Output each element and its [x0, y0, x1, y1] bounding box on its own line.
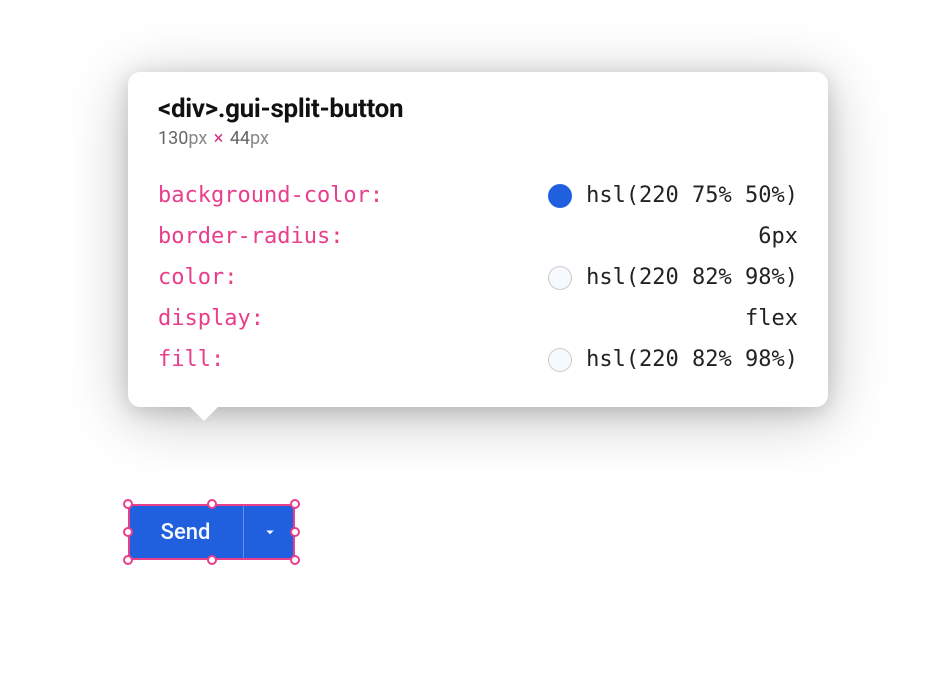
split-button-container: Send	[128, 504, 295, 560]
element-selector: <div>.gui-split-button	[158, 94, 798, 124]
property-row: display flex	[158, 299, 798, 339]
property-value: hsl(220 82% 98%)	[548, 266, 798, 290]
property-value-text: hsl(220 82% 98%)	[586, 267, 798, 289]
property-row: fill hsl(220 82% 98%)	[158, 339, 798, 381]
inspector-tooltip: <div>.gui-split-button 130px × 44px back…	[128, 72, 828, 407]
gui-split-button: Send	[128, 504, 295, 560]
property-value-text: flex	[745, 308, 798, 330]
property-row: color hsl(220 82% 98%)	[158, 257, 798, 299]
color-swatch	[548, 348, 572, 372]
color-swatch	[548, 266, 572, 290]
property-value: 6px	[758, 226, 798, 248]
properties-list: background-color hsl(220 75% 50%) border-r…	[158, 175, 798, 381]
property-name: fill	[158, 349, 224, 371]
property-value: flex	[745, 308, 798, 330]
property-name: background-color	[158, 185, 383, 207]
color-swatch	[548, 184, 572, 208]
chevron-down-icon	[261, 523, 279, 541]
property-row: background-color hsl(220 75% 50%)	[158, 175, 798, 217]
property-value-text: 6px	[758, 226, 798, 248]
property-name: color	[158, 267, 237, 289]
element-dimensions: 130px × 44px	[158, 128, 798, 149]
send-button[interactable]: Send	[128, 504, 243, 560]
property-value: hsl(220 75% 50%)	[548, 184, 798, 208]
property-value-text: hsl(220 82% 98%)	[586, 349, 798, 371]
property-row: border-radius 6px	[158, 217, 798, 257]
property-value: hsl(220 82% 98%)	[548, 348, 798, 372]
dropdown-toggle-button[interactable]	[243, 504, 295, 560]
property-name: display	[158, 308, 264, 330]
send-button-label: Send	[161, 520, 211, 545]
property-value-text: hsl(220 75% 50%)	[586, 185, 798, 207]
property-name: border-radius	[158, 226, 343, 248]
